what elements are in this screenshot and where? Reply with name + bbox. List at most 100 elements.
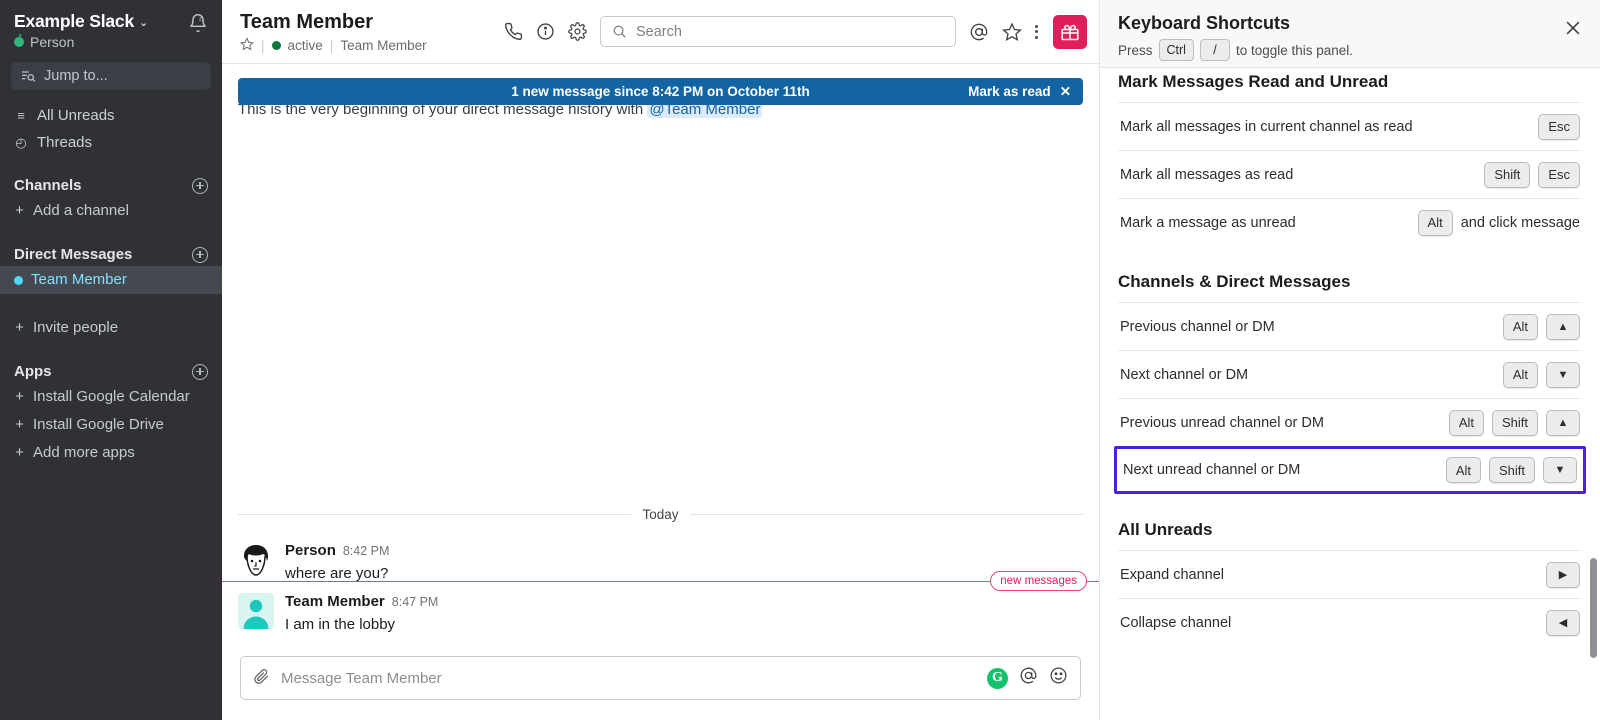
message-input[interactable]: Message Team Member G	[240, 656, 1081, 700]
shortcut-row[interactable]: Expand channel ▶	[1118, 550, 1582, 598]
key-arrow-up: ▲	[1546, 314, 1580, 340]
composer-placeholder: Message Team Member	[281, 670, 976, 687]
new-messages-divider	[222, 581, 1099, 582]
shortcut-note: and click message	[1461, 215, 1580, 231]
add-a-channel-button[interactable]: + Add a channel	[0, 197, 222, 225]
apps-section-header[interactable]: Apps	[0, 359, 222, 383]
date-divider: Today	[238, 507, 1083, 522]
shortcut-row[interactable]: Previous channel or DM Alt ▲	[1118, 302, 1582, 350]
jump-to-search[interactable]: Jump to...	[11, 62, 211, 90]
dm-section-header[interactable]: Direct Messages	[0, 242, 222, 266]
mention-icon[interactable]	[1019, 666, 1038, 690]
gear-icon[interactable]	[568, 22, 587, 41]
close-icon[interactable]	[1563, 18, 1583, 43]
status-text: active	[288, 38, 323, 53]
plus-icon: +	[14, 386, 25, 408]
panel-body[interactable]: Mark Messages Read and Unread Mark all m…	[1100, 68, 1600, 720]
sidebar-item-threads[interactable]: ◴ Threads	[0, 129, 222, 156]
invite-people-button[interactable]: + Invite people	[0, 314, 222, 342]
shortcut-keys: Alt Shift ▼	[1446, 457, 1577, 483]
subtitle-name: Team Member	[340, 38, 426, 53]
shortcut-row[interactable]: Next channel or DM Alt ▼	[1118, 350, 1582, 398]
grammarly-icon[interactable]: G	[987, 668, 1008, 689]
key: Shift	[1489, 457, 1535, 483]
search-input[interactable]: Search	[600, 16, 956, 47]
shortcut-row-highlighted[interactable]: Next unread channel or DM Alt Shift ▼	[1114, 446, 1586, 494]
shortcut-row[interactable]: Mark a message as unread Alt and click m…	[1118, 198, 1582, 246]
attachment-icon[interactable]	[253, 667, 270, 689]
add-app-plus-icon[interactable]	[192, 364, 208, 380]
shortcut-label: Previous unread channel or DM	[1120, 415, 1449, 431]
conversation-subtitle: | active | Team Member	[240, 37, 427, 54]
add-more-apps-button[interactable]: + Add more apps	[0, 439, 222, 467]
apps-title: Apps	[14, 363, 52, 380]
hint-prefix: Press	[1118, 43, 1153, 58]
key-arrow-up: ▲	[1546, 410, 1580, 436]
key-arrow-down: ▼	[1546, 362, 1580, 388]
divider-line	[238, 514, 631, 515]
banner-text: 1 new message since 8:42 PM on October 1…	[511, 84, 810, 99]
shortcut-label: Mark all messages in current channel as …	[1120, 119, 1538, 135]
avatar[interactable]	[238, 542, 274, 578]
key: Shift	[1484, 162, 1530, 188]
phone-icon[interactable]	[504, 22, 523, 41]
key: Esc	[1538, 162, 1580, 188]
kebab-menu-icon[interactable]	[1035, 25, 1038, 39]
close-icon[interactable]: ✕	[1060, 84, 1071, 100]
panel-scrollbar[interactable]	[1590, 558, 1597, 658]
new-message-banner[interactable]: 1 new message since 8:42 PM on October 1…	[238, 78, 1083, 105]
workspace-header[interactable]: Example Slack ⌄ Person z	[0, 0, 222, 58]
key-arrow-right: ▶	[1546, 562, 1580, 588]
shortcut-row[interactable]: Mark all messages as read Shift Esc	[1118, 150, 1582, 198]
group-title: Mark Messages Read and Unread	[1118, 68, 1582, 102]
hint-suffix: to toggle this panel.	[1236, 43, 1353, 58]
key: Alt	[1449, 410, 1484, 436]
message-text: I am in the lobby	[285, 614, 438, 635]
panel-title: Keyboard Shortcuts	[1118, 13, 1582, 34]
install-google-drive-button[interactable]: + Install Google Drive	[0, 411, 222, 439]
star-icon[interactable]	[1002, 22, 1022, 42]
message-author[interactable]: Person	[285, 542, 336, 560]
add-dm-plus-icon[interactable]	[192, 247, 208, 263]
sidebar-item-team-member[interactable]: Team Member	[0, 266, 222, 294]
channels-title: Channels	[14, 177, 82, 194]
chevron-down-icon: ⌄	[139, 16, 148, 29]
shortcut-keys: Alt Shift ▲	[1449, 410, 1580, 436]
dm-title: Direct Messages	[14, 246, 132, 263]
add-channel-plus-icon[interactable]	[192, 178, 208, 194]
notifications-bell-icon[interactable]: z	[188, 13, 208, 37]
app-item-label: Install Google Drive	[33, 414, 164, 436]
shortcut-keys: Alt ▲	[1503, 314, 1580, 340]
shortcut-keys: Shift Esc	[1484, 162, 1580, 188]
plus-icon: +	[14, 414, 25, 436]
presence-active-icon	[272, 41, 281, 50]
shortcut-row[interactable]: Previous unread channel or DM Alt Shift …	[1118, 398, 1582, 446]
install-google-calendar-button[interactable]: + Install Google Calendar	[0, 383, 222, 411]
user-presence[interactable]: Person	[14, 34, 148, 50]
info-icon[interactable]	[536, 22, 555, 41]
add-channel-label: Add a channel	[33, 200, 129, 222]
mark-as-read-button[interactable]: Mark as read	[968, 84, 1051, 99]
workspace-name-button[interactable]: Example Slack ⌄	[14, 11, 148, 32]
mention-icon[interactable]	[969, 22, 989, 42]
sidebar-item-all-unreads[interactable]: ≡ All Unreads	[0, 102, 222, 129]
emoji-icon[interactable]	[1049, 666, 1068, 690]
message-timestamp: 8:42 PM	[343, 542, 390, 560]
channels-section-header[interactable]: Channels	[0, 173, 222, 197]
hint-key-slash: /	[1200, 39, 1230, 61]
shortcut-row[interactable]: Mark all messages in current channel as …	[1118, 102, 1582, 150]
key-arrow-down: ▼	[1543, 457, 1577, 483]
key: Shift	[1492, 410, 1538, 436]
avatar[interactable]	[238, 593, 274, 629]
search-icon	[612, 24, 627, 39]
key: Alt	[1418, 210, 1453, 236]
new-messages-badge: new messages	[990, 571, 1087, 591]
shortcut-row[interactable]: Collapse channel ◀	[1118, 598, 1582, 646]
star-outline-icon[interactable]	[240, 37, 254, 54]
gift-icon[interactable]	[1053, 15, 1087, 49]
shortcut-keys: Alt ▼	[1503, 362, 1580, 388]
message-row: Person 8:42 PM where are you?	[238, 542, 1083, 584]
threads-icon: ◴	[14, 132, 28, 153]
key: Alt	[1503, 362, 1538, 388]
message-author[interactable]: Team Member	[285, 593, 385, 611]
